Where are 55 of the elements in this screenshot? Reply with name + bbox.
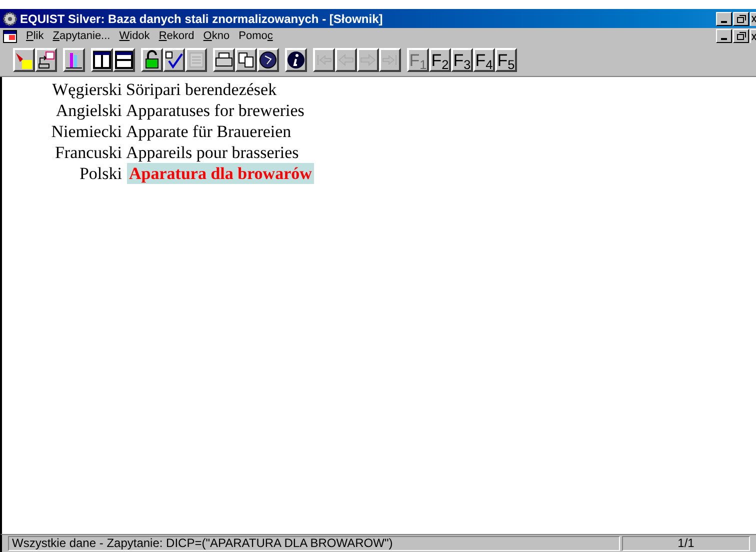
minimize-button[interactable]: [716, 29, 732, 43]
export-icon: [36, 50, 56, 70]
toolbar-button[interactable]: [35, 48, 57, 72]
close-icon: [751, 15, 756, 23]
menu-item[interactable]: Okno: [203, 28, 230, 44]
toolbar-button[interactable]: [63, 48, 85, 72]
toolbar-button[interactable]: [91, 48, 113, 72]
record-counter: 1/1: [622, 536, 750, 551]
restore-button[interactable]: [733, 29, 749, 43]
status-query: Wszystkie dane - Zapytanie: DICP=("APARATURA DLA BROWAROW"): [8, 536, 620, 551]
minimize-icon: [721, 38, 727, 40]
toolbar-button[interactable]: [13, 48, 35, 72]
function-key-button[interactable]: F$_{4}$: [473, 48, 495, 72]
toolbar-button[interactable]: [285, 48, 307, 72]
term-text: Aparatura dla browarów: [127, 163, 314, 184]
close-button[interactable]: [750, 12, 756, 26]
columns-icon: [92, 50, 112, 70]
menu-item[interactable]: Rekord: [158, 28, 194, 44]
minimize-button[interactable]: [716, 12, 732, 26]
menu-item[interactable]: Zapytanie...: [52, 28, 110, 44]
function-key-button[interactable]: F$_{5}$: [495, 48, 517, 72]
menu-item[interactable]: Widok: [119, 28, 150, 44]
restore-icon: [736, 32, 746, 40]
rows-icon: [114, 50, 134, 70]
window-title: EQUIST Silver: Baza danych stali znormalizowanych - [Słownik]: [20, 10, 383, 28]
info-icon: [286, 50, 306, 70]
toolbar-button[interactable]: [113, 48, 135, 72]
toolbar-button[interactable]: [141, 48, 163, 72]
toolbar-button[interactable]: [235, 48, 257, 72]
term-text: Apparate für Brauereien: [125, 121, 292, 142]
term-text: Appareils pour brasseries: [125, 142, 300, 163]
term-text: Apparatuses for breweries: [125, 100, 306, 121]
gear-icon: [3, 12, 17, 26]
close-button[interactable]: [750, 29, 756, 43]
restore-icon: [736, 14, 746, 22]
toolbar-button[interactable]: [213, 48, 235, 72]
copy-icon: [236, 50, 256, 70]
document-icon: [3, 30, 17, 42]
language-label: Węgierski: [51, 79, 123, 100]
function-key-button[interactable]: F$_{2}$: [429, 48, 451, 72]
language-label: Polski: [78, 163, 123, 184]
restore-button[interactable]: [733, 12, 749, 26]
minimize-icon: [721, 20, 727, 22]
term-text: Söripari berendezések: [125, 79, 278, 100]
language-label: Angielski: [54, 100, 123, 121]
toolbar-button[interactable]: [257, 48, 279, 72]
function-key-button[interactable]: F$_{3}$: [451, 48, 473, 72]
chart-icon: [64, 50, 84, 70]
toolbar-button[interactable]: [163, 48, 185, 72]
menu-item[interactable]: Pomoc: [238, 28, 273, 44]
language-label: Francuski: [54, 142, 123, 163]
menu-item[interactable]: Plik: [26, 28, 44, 44]
language-label: Niemiecki: [50, 121, 123, 142]
close-icon: [751, 32, 756, 40]
checkmark-icon: [164, 50, 184, 70]
